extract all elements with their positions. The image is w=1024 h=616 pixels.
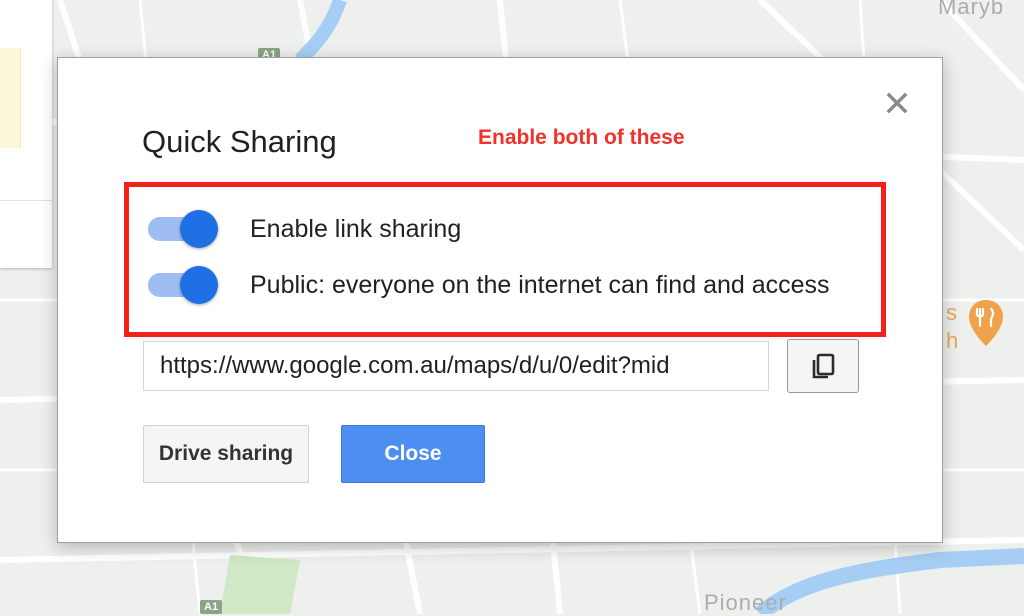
side-panel-highlight (0, 48, 21, 148)
link-sharing-toggle[interactable] (146, 209, 220, 249)
close-button[interactable]: Close (341, 425, 485, 483)
public-access-toggle[interactable] (146, 265, 220, 305)
toggle-thumb (180, 266, 218, 304)
restaurant-pin-icon[interactable] (967, 298, 1005, 348)
public-access-label: Public: everyone on the internet can fin… (250, 270, 830, 299)
drive-sharing-button[interactable]: Drive sharing (143, 425, 309, 483)
share-url-field[interactable] (143, 341, 769, 391)
link-sharing-row: Enable link sharing (146, 209, 461, 249)
copy-link-button[interactable] (787, 339, 859, 393)
toggle-thumb (180, 210, 218, 248)
map-poi-text-fragment-2: h (946, 328, 959, 353)
map-side-panel (0, 0, 52, 268)
map-label-suburb: Maryb (938, 0, 1005, 19)
copy-icon (812, 353, 835, 379)
map-label-pioneer: Pioneer (704, 590, 787, 615)
map-poi-text-fragment: s (946, 300, 957, 325)
dialog-title: Quick Sharing (142, 124, 337, 159)
annotation-highlight-box (124, 182, 886, 337)
road-badge-a1-bottom: A1 (200, 600, 223, 614)
link-sharing-label: Enable link sharing (250, 214, 462, 243)
quick-sharing-dialog: Quick Sharing Enable both of these Enabl… (57, 57, 943, 543)
annotation-text: Enable both of these (478, 126, 685, 149)
close-icon[interactable] (884, 90, 910, 116)
public-access-row: Public: everyone on the internet can fin… (146, 265, 830, 305)
side-panel-divider (0, 200, 52, 201)
